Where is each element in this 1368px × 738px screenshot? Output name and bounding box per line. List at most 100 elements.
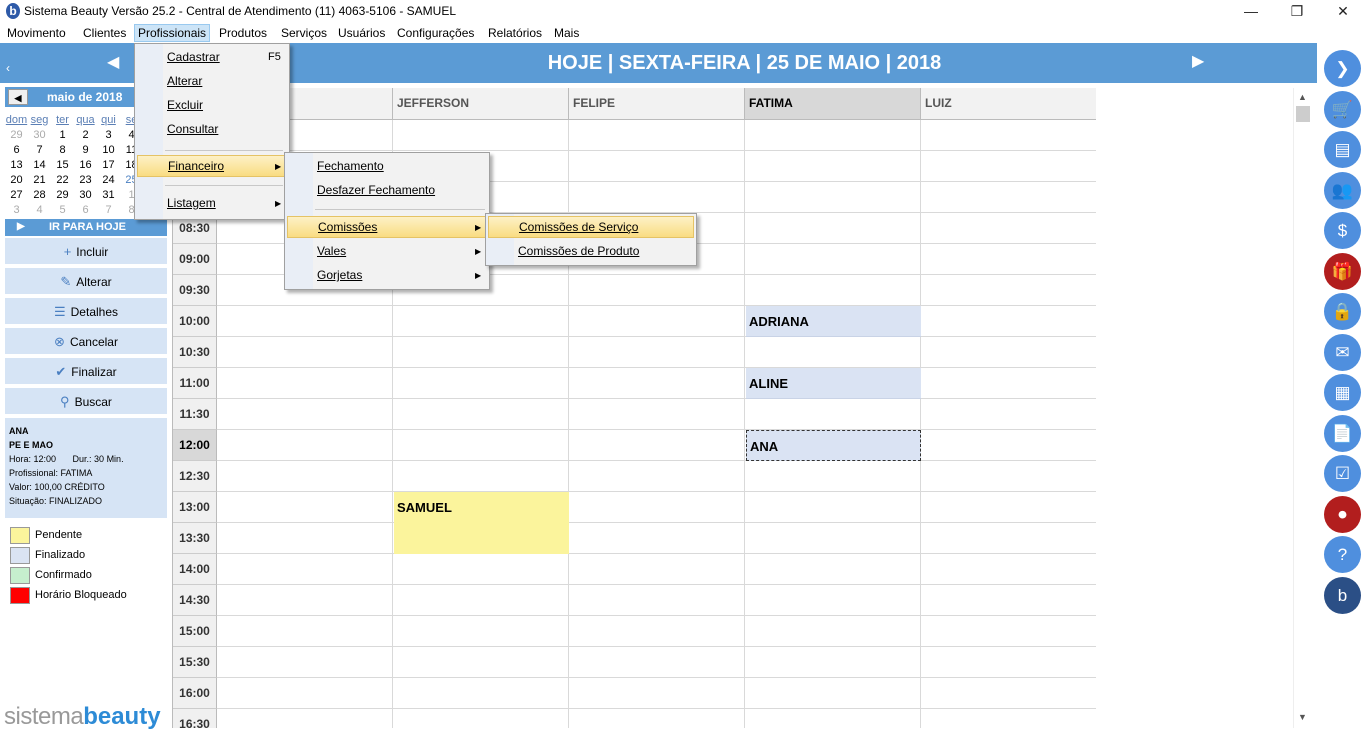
menu-fechamento[interactable]: Fechamento — [287, 155, 487, 177]
schedule-slot[interactable] — [745, 120, 921, 151]
prev-day-arrow[interactable]: ◀ — [107, 52, 119, 72]
calendar-day[interactable]: 3 — [97, 128, 120, 143]
calendar-day[interactable]: 29 — [5, 128, 28, 143]
schedule-slot[interactable] — [921, 678, 1096, 709]
schedule-slot[interactable] — [569, 678, 745, 709]
calendar-day[interactable]: 5 — [51, 203, 74, 218]
schedule-slot[interactable] — [921, 461, 1096, 492]
calendar-day[interactable]: 15 — [51, 158, 74, 173]
schedule-slot[interactable] — [569, 368, 745, 399]
schedule-slot[interactable] — [745, 182, 921, 213]
calendar-day[interactable]: 30 — [74, 188, 97, 203]
scroll-up-icon[interactable]: ▲ — [1298, 92, 1307, 102]
forward-icon[interactable]: ❯ — [1324, 50, 1361, 87]
schedule-slot[interactable] — [393, 430, 569, 461]
lock-icon[interactable]: 🔒 — [1324, 293, 1361, 330]
schedule-slot[interactable] — [217, 554, 393, 585]
users-icon[interactable]: 👥 — [1324, 171, 1361, 209]
menu-movimento[interactable]: Movimento — [4, 24, 69, 42]
schedule-slot[interactable] — [569, 554, 745, 585]
scroll-thumb[interactable] — [1296, 106, 1310, 122]
menu-consultar[interactable]: Consultar — [137, 118, 287, 140]
checklist-icon[interactable]: ☑ — [1324, 455, 1361, 492]
schedule-slot[interactable] — [569, 461, 745, 492]
schedule-slot[interactable] — [745, 585, 921, 616]
schedule-slot[interactable] — [569, 306, 745, 337]
menu-listagem[interactable]: Listagem — [137, 192, 287, 214]
calendar-day[interactable]: 31 — [97, 188, 120, 203]
schedule-slot[interactable] — [217, 368, 393, 399]
schedule-slot[interactable] — [745, 275, 921, 306]
cancelar-button[interactable]: ⊗ Cancelar — [5, 328, 167, 355]
schedule-slot[interactable] — [217, 492, 393, 523]
calendar-day[interactable]: 2 — [74, 128, 97, 143]
incluir-button[interactable]: + Incluir — [5, 238, 167, 265]
menu-comissoes-produto[interactable]: Comissões de Produto — [488, 240, 694, 262]
schedule-slot[interactable] — [217, 430, 393, 461]
schedule-slot[interactable] — [921, 523, 1096, 554]
register-icon[interactable]: ▤ — [1324, 131, 1361, 168]
schedule-slot[interactable] — [393, 678, 569, 709]
schedule-slot[interactable] — [393, 585, 569, 616]
menu-configuracoes[interactable]: Configurações — [394, 24, 477, 42]
close-button[interactable]: ✕ — [1320, 0, 1366, 22]
schedule-slot[interactable] — [569, 430, 745, 461]
schedule-slot[interactable] — [569, 337, 745, 368]
calendar-day[interactable]: 10 — [97, 143, 120, 158]
calendar-day[interactable]: 27 — [5, 188, 28, 203]
schedule-slot[interactable] — [393, 616, 569, 647]
schedule-slot[interactable] — [921, 275, 1096, 306]
schedule-slot[interactable] — [393, 647, 569, 678]
next-day-arrow[interactable]: ▶ — [1192, 51, 1204, 71]
schedule-slot[interactable] — [745, 523, 921, 554]
schedule-slot[interactable] — [569, 275, 745, 306]
schedule-slot[interactable] — [393, 461, 569, 492]
schedule-slot[interactable] — [217, 337, 393, 368]
schedule-slot[interactable] — [921, 213, 1096, 244]
schedule-slot[interactable] — [745, 678, 921, 709]
schedule-scrollbar[interactable]: ▲ ▼ — [1293, 88, 1311, 728]
calculator-icon[interactable]: ▦ — [1324, 374, 1361, 411]
menu-financeiro[interactable]: Financeiro — [137, 155, 287, 177]
maximize-button[interactable]: ❐ — [1274, 0, 1320, 22]
schedule-slot[interactable] — [393, 120, 569, 151]
calendar-day[interactable]: 6 — [74, 203, 97, 218]
collapse-left-icon[interactable]: ‹ — [6, 61, 10, 75]
schedule-slot[interactable] — [921, 709, 1096, 728]
menu-usuarios[interactable]: Usuários — [335, 24, 388, 42]
menu-servicos[interactable]: Serviços — [278, 24, 330, 42]
schedule-slot[interactable] — [569, 616, 745, 647]
schedule-slot[interactable] — [569, 492, 745, 523]
schedule-slot[interactable] — [745, 151, 921, 182]
calendar-day[interactable]: 3 — [5, 203, 28, 218]
menu-vales[interactable]: Vales — [287, 240, 487, 262]
schedule-slot[interactable] — [569, 523, 745, 554]
record-icon[interactable]: ⏺ — [1324, 495, 1361, 533]
calendar-day[interactable]: 21 — [28, 173, 51, 188]
schedule-slot[interactable] — [569, 151, 745, 182]
help-icon[interactable]: ? — [1324, 536, 1361, 573]
calendar-day[interactable]: 16 — [74, 158, 97, 173]
column-header-luiz[interactable]: LUIZ — [921, 88, 1096, 120]
menu-profissionais[interactable]: Profissionais — [134, 24, 211, 42]
schedule-slot[interactable] — [921, 244, 1096, 275]
calendar-day[interactable]: 28 — [28, 188, 51, 203]
menu-comissoes[interactable]: Comissões — [287, 216, 487, 238]
schedule-slot[interactable] — [393, 368, 569, 399]
schedule-slot[interactable] — [569, 182, 745, 213]
column-header-felipe[interactable]: FELIPE — [569, 88, 745, 120]
schedule-slot[interactable] — [745, 709, 921, 728]
schedule-slot[interactable] — [569, 399, 745, 430]
calendar-day[interactable]: 30 — [28, 128, 51, 143]
scroll-down-icon[interactable]: ▼ — [1298, 712, 1307, 722]
calendar-day[interactable]: 14 — [28, 158, 51, 173]
schedule-slot[interactable] — [921, 616, 1096, 647]
schedule-slot[interactable] — [745, 554, 921, 585]
schedule-slot[interactable] — [217, 616, 393, 647]
calendar-day[interactable]: 6 — [5, 143, 28, 158]
minimize-button[interactable]: — — [1228, 0, 1274, 22]
column-header-jefferson[interactable]: JEFFERSON — [393, 88, 569, 120]
schedule-slot[interactable] — [921, 492, 1096, 523]
beauty-logo-icon[interactable]: b — [1324, 576, 1361, 614]
mail-icon[interactable]: ✉ — [1324, 333, 1361, 371]
